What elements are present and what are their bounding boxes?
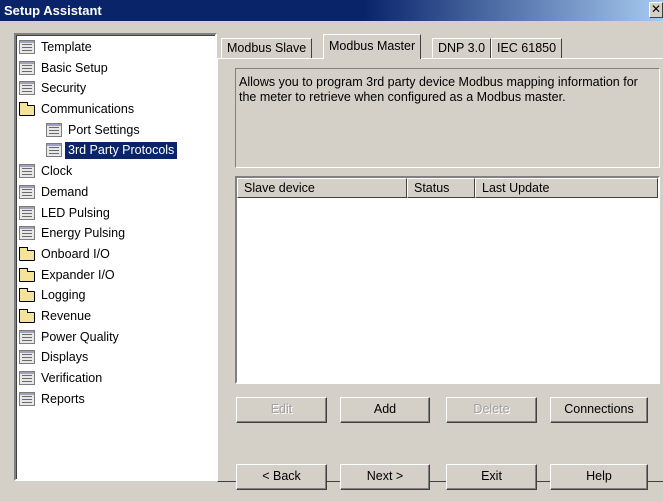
description-box: Allows you to program 3rd party device M…	[235, 68, 660, 168]
connections-button[interactable]: Connections	[550, 397, 648, 423]
tree-item-expander-i-o[interactable]: Expander I/O	[16, 265, 215, 286]
doc-icon	[19, 184, 35, 199]
doc-icon	[19, 226, 35, 241]
tree-item-label: Energy Pulsing	[41, 226, 126, 241]
tree-item-reports[interactable]: Reports	[16, 389, 215, 410]
tree-item-basic-setup[interactable]: Basic Setup	[16, 58, 215, 79]
doc-icon	[46, 122, 62, 137]
delete-button[interactable]: Delete	[446, 397, 537, 423]
tree-item-label: Revenue	[41, 308, 92, 323]
navigation-tree[interactable]: Template Basic Setup Security Communication…	[14, 33, 217, 481]
add-button[interactable]: Add	[340, 397, 430, 423]
tree-item-energy-pulsing[interactable]: Energy Pulsing	[16, 223, 215, 244]
tree-item-label: Displays	[41, 350, 89, 365]
tree-item-3rd-party-protocols[interactable]: 3rd Party Protocols	[16, 140, 215, 161]
doc-icon	[19, 371, 35, 385]
tree-item-label: Basic Setup	[41, 60, 108, 75]
doc-icon	[19, 391, 35, 406]
tree-item-label: Expander I/O	[41, 267, 115, 282]
tab-label: Modbus Slave	[227, 41, 307, 55]
column-header-slave-device[interactable]: Slave device	[237, 178, 407, 198]
tree-item-led-pulsing[interactable]: LED Pulsing	[16, 203, 215, 224]
doc-icon	[19, 350, 35, 365]
slave-device-list[interactable]: Slave device Status Last Update	[235, 176, 660, 384]
tree-item-demand[interactable]: Demand	[16, 182, 215, 203]
title-bar: Setup Assistant ✕	[0, 0, 663, 21]
column-header-last-update[interactable]: Last Update	[475, 178, 658, 198]
tree-item-security[interactable]: Security	[16, 78, 215, 99]
tree-item-label: Logging	[41, 288, 86, 303]
doc-icon	[19, 205, 35, 220]
folder-icon	[19, 246, 35, 261]
tree-item-label: Communications	[41, 102, 135, 117]
tree-item-label: 3rd Party Protocols	[65, 142, 178, 160]
tree-item-revenue[interactable]: Revenue	[16, 306, 215, 327]
tree-item-label: Template	[41, 40, 92, 54]
close-icon: ✕	[650, 2, 662, 16]
tree-item-label: Clock	[41, 164, 73, 179]
tab-label: IEC 61850	[497, 41, 557, 55]
setup-assistant-window: Template Basic Setup Security Communication…	[0, 21, 663, 501]
tree-item-label: Verification	[41, 371, 103, 385]
tree-item-label: Power Quality	[41, 329, 119, 344]
doc-icon	[19, 60, 35, 75]
close-button[interactable]: ✕	[649, 2, 663, 18]
tree-item-clock[interactable]: Clock	[16, 161, 215, 182]
edit-button[interactable]: Edit	[236, 397, 327, 423]
tree-item-template[interactable]: Template	[16, 37, 215, 58]
doc-icon	[19, 40, 35, 54]
column-header-status[interactable]: Status	[407, 178, 475, 198]
tree-item-label: Demand	[41, 184, 89, 199]
next-button[interactable]: Next >	[340, 464, 430, 490]
folder-icon	[19, 288, 35, 303]
exit-button[interactable]: Exit	[446, 464, 537, 490]
doc-icon	[19, 329, 35, 344]
back-button[interactable]: < Back	[236, 464, 327, 490]
window-title: Setup Assistant	[4, 3, 102, 18]
list-header: Slave device Status Last Update	[237, 178, 658, 198]
tree-item-displays[interactable]: Displays	[16, 347, 215, 368]
tab-dnp3[interactable]: DNP 3.0	[432, 38, 492, 58]
tab-label: Modbus Master	[329, 39, 416, 53]
tab-label: DNP 3.0	[438, 41, 486, 55]
tree-item-power-quality[interactable]: Power Quality	[16, 327, 215, 348]
tab-iec-61850[interactable]: IEC 61850	[491, 38, 563, 58]
doc-icon	[19, 164, 35, 179]
folder-icon	[19, 308, 35, 323]
folder-icon	[19, 102, 35, 117]
tree-item-label: Port Settings	[68, 122, 140, 137]
description-text: Allows you to program 3rd party device M…	[239, 75, 638, 104]
doc-icon	[46, 143, 62, 158]
tree-item-verification[interactable]: Verification	[16, 368, 215, 389]
help-button[interactable]: Help	[550, 464, 648, 490]
doc-icon	[19, 81, 35, 96]
tree-item-label: Security	[41, 81, 87, 96]
tree-item-label: Onboard I/O	[41, 246, 110, 261]
tree-item-port-settings[interactable]: Port Settings	[16, 120, 215, 141]
tab-modbus-slave[interactable]: Modbus Slave	[221, 38, 313, 58]
tree-item-communications[interactable]: Communications	[16, 99, 215, 120]
tree-item-logging[interactable]: Logging	[16, 285, 215, 306]
folder-icon	[19, 267, 35, 282]
tree-item-onboard-i-o[interactable]: Onboard I/O	[16, 244, 215, 265]
tree-item-label: Reports	[41, 391, 85, 406]
tab-modbus-master[interactable]: Modbus Master	[323, 34, 422, 59]
tree-item-label: LED Pulsing	[41, 205, 110, 220]
